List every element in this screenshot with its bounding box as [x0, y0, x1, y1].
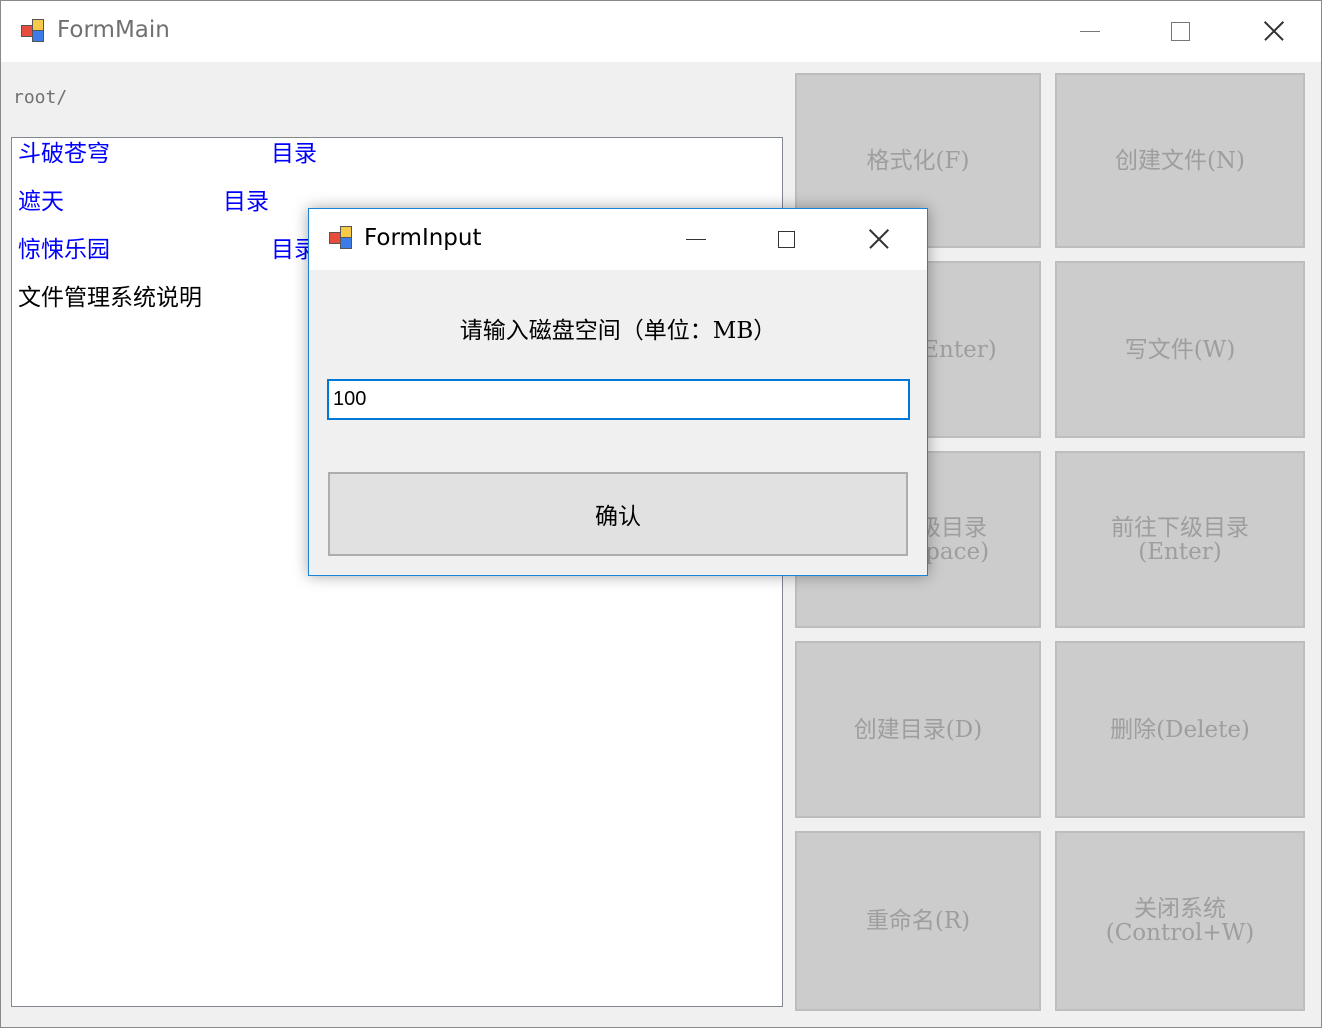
button-label: 删除(Delete)	[1110, 716, 1250, 743]
rename-button[interactable]: 重命名(R)	[795, 831, 1041, 1011]
minimize-button[interactable]	[1067, 9, 1113, 53]
dialog-maximize-button[interactable]	[763, 217, 809, 261]
maximize-icon	[1170, 21, 1190, 41]
create-directory-button[interactable]: 创建目录(D)	[795, 641, 1041, 818]
go-down-directory-button[interactable]: 前往下级目录 (Enter)	[1055, 451, 1305, 628]
dialog-close-button[interactable]	[856, 217, 902, 261]
item-name: 惊悚乐园	[18, 237, 110, 263]
button-label: 格式化(F)	[866, 147, 970, 174]
confirm-button[interactable]: 确认	[328, 472, 908, 556]
disk-space-input[interactable]	[327, 379, 910, 420]
main-window-title: FormMain	[57, 17, 170, 43]
button-label: 写文件(W)	[1124, 336, 1236, 363]
button-shortcut: (Control+W)	[1105, 920, 1255, 946]
button-label: 创建目录(D)	[853, 716, 983, 743]
item-name: 遮天	[18, 189, 64, 215]
write-file-button[interactable]: 写文件(W)	[1055, 261, 1305, 438]
item-type: 目录	[223, 189, 269, 215]
app-window-icon	[21, 19, 47, 45]
button-label: 关闭系统	[1134, 896, 1226, 922]
minimize-icon	[1080, 30, 1100, 32]
dialog-minimize-button[interactable]	[673, 217, 719, 261]
button-label: 重命名(R)	[865, 908, 971, 934]
close-button[interactable]	[1251, 9, 1297, 53]
main-titlebar[interactable]: FormMain	[1, 1, 1321, 62]
item-type: 目录	[271, 141, 317, 167]
close-icon	[1263, 20, 1285, 42]
close-icon	[868, 228, 890, 250]
disk-space-prompt: 请输入磁盘空间（单位：MB）	[459, 318, 777, 344]
dialog-title: FormInput	[364, 225, 482, 251]
button-shortcut: (Enter)	[1138, 538, 1222, 565]
app-window-icon	[329, 226, 355, 252]
dialog-titlebar[interactable]: FormInput	[309, 209, 927, 270]
button-label: 创建文件(N)	[1114, 147, 1246, 174]
item-name: 斗破苍穹	[18, 141, 110, 167]
create-file-button[interactable]: 创建文件(N)	[1055, 73, 1305, 248]
minimize-icon	[686, 238, 706, 240]
input-dialog: FormInput 请输入磁盘空间（单位：MB） 确认	[308, 208, 928, 576]
maximize-button[interactable]	[1157, 9, 1203, 53]
item-name: 文件管理系统说明	[18, 285, 202, 311]
close-system-button[interactable]: 关闭系统 (Control+W)	[1055, 831, 1305, 1011]
current-path-label: root/	[13, 87, 68, 108]
delete-button[interactable]: 删除(Delete)	[1055, 641, 1305, 818]
confirm-button-label: 确认	[595, 504, 641, 530]
maximize-icon	[777, 230, 795, 248]
button-label: 前往下级目录	[1111, 514, 1249, 541]
